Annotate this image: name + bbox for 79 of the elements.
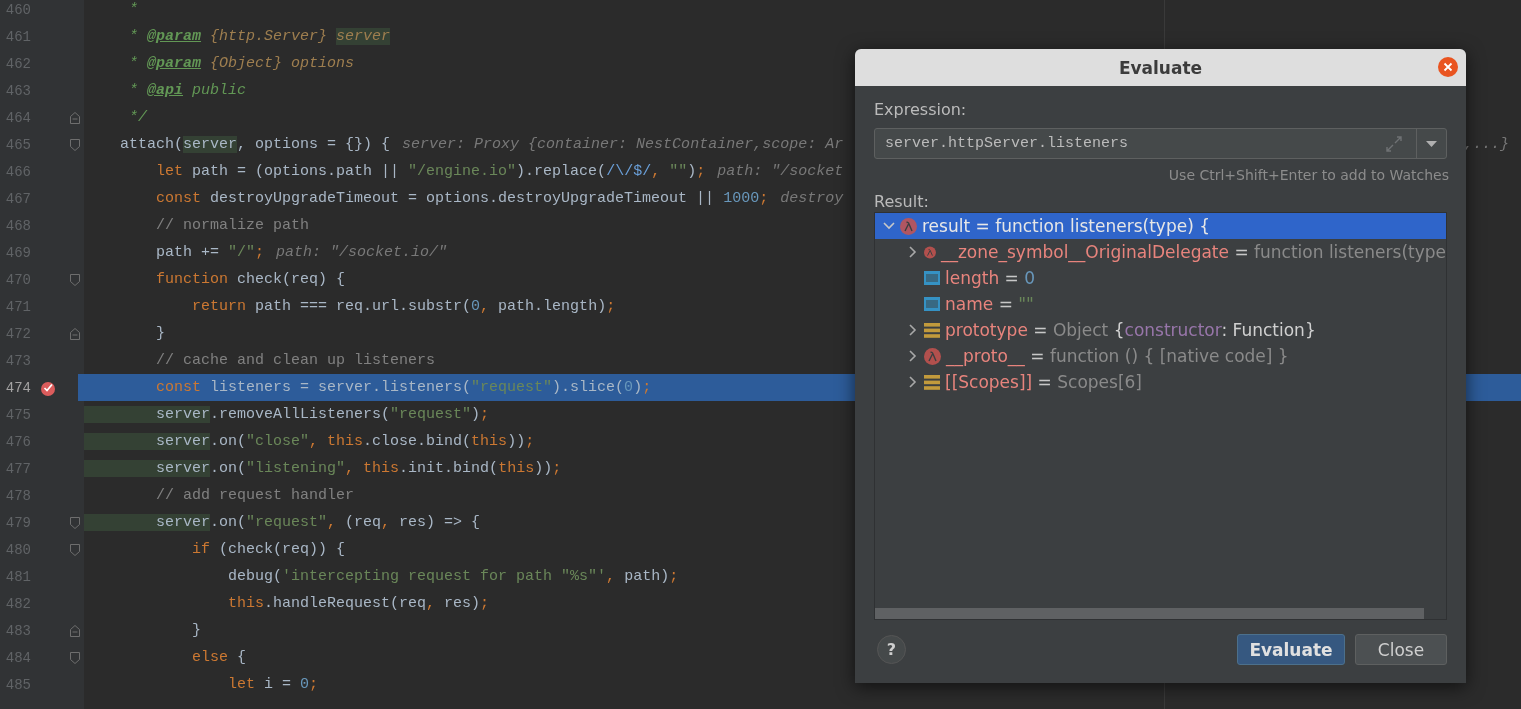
code-line: path += "/";	[155, 244, 265, 261]
chevron-right-icon[interactable]	[909, 246, 917, 258]
stack-icon	[924, 374, 940, 390]
expression-input[interactable]: server.httpServer.listeners	[875, 129, 1386, 158]
inline-value-hint: ,...}	[1464, 136, 1510, 153]
evaluate-button[interactable]: Evaluate	[1237, 634, 1345, 665]
tree-node-text: prototype = Object {constructor: Function}	[945, 320, 1316, 340]
tree-node-text: name = ""	[945, 294, 1034, 314]
tree-node-text: result = function listeners(type) {	[922, 216, 1210, 236]
fold-marker-icon[interactable]	[69, 651, 80, 664]
code-line: return path === req.url.substr(0, path.length);	[191, 298, 616, 315]
tree-node-text: length = 0	[945, 268, 1036, 288]
lambda-icon	[924, 347, 941, 365]
number-type-icon	[924, 271, 940, 285]
horizontal-scrollbar[interactable]	[875, 608, 1424, 619]
code-line: if (check(req)) {	[191, 541, 346, 558]
tree-row[interactable]: prototype = Object {constructor: Function}	[875, 317, 1446, 343]
tree-row[interactable]: result = function listeners(type) {	[875, 213, 1446, 239]
chevron-right-icon[interactable]	[909, 376, 917, 388]
code-line: *	[128, 1, 138, 18]
code-line: * @param {http.Server} server	[128, 28, 391, 45]
tree-row[interactable]: [[Scopes]] = Scopes[6]	[875, 369, 1446, 395]
tree-node-text: __proto__ = function () { [native code] }	[946, 346, 1289, 366]
fold-marker-icon[interactable]	[69, 273, 80, 286]
number-type-icon	[924, 297, 940, 311]
code-line: let path = (options.path || "/engine.io").replace(/\/$/, "");	[155, 163, 706, 180]
expression-field[interactable]: server.httpServer.listeners	[874, 128, 1447, 159]
help-button[interactable]: ?	[877, 635, 906, 664]
code-line: }	[191, 622, 202, 639]
expression-label: Expression:	[874, 100, 967, 119]
code-line: this.handleRequest(req, res);	[227, 595, 490, 612]
inline-value-hint: destroy	[780, 190, 844, 207]
code-line: // add request handler	[155, 487, 355, 504]
fold-marker-icon[interactable]	[69, 138, 80, 151]
fold-marker-icon[interactable]	[69, 543, 80, 556]
breakpoint-icon[interactable]	[40, 379, 56, 396]
inline-value-hint: path: "/socket	[717, 163, 844, 180]
line-number: 474	[4, 379, 31, 396]
tree-row[interactable]: length = 0	[875, 265, 1446, 291]
code-line: const destroyUpgradeTimeout = options.destroyUpgradeTimeout || 1000;	[155, 190, 769, 207]
code-line: let i = 0;	[227, 676, 319, 693]
result-label: Result:	[874, 192, 929, 211]
inline-value-hint: path: "/socket.io/"	[276, 244, 448, 261]
code-line: */	[128, 109, 147, 126]
chevron-right-icon[interactable]	[909, 350, 917, 362]
tree-row[interactable]: name = ""	[875, 291, 1446, 317]
fold-marker-icon[interactable]	[69, 111, 80, 124]
code-line: server.on("close", this.close.bind(this));	[84, 433, 535, 450]
fold-marker-icon[interactable]	[69, 624, 80, 637]
stack-icon	[924, 322, 940, 338]
code-line: attach(server, options = {}) {	[119, 136, 391, 153]
close-icon[interactable]	[1438, 57, 1458, 77]
watches-hint: Use Ctrl+Shift+Enter to add to Watches	[1168, 167, 1449, 183]
code-line: // normalize path	[155, 217, 310, 234]
code-line: server.on("listening", this.init.bind(this));	[84, 460, 562, 477]
code-line: }	[155, 325, 165, 342]
tree-row[interactable]: __zone_symbol__OriginalDelegate = function listeners(type	[875, 239, 1446, 265]
dropdown-arrow-icon[interactable]	[1426, 140, 1437, 147]
code-line: // cache and clean up listeners	[155, 352, 436, 369]
tree-row[interactable]: __proto__ = function () { [native code] }	[875, 343, 1446, 369]
dialog-title: Evaluate	[1118, 57, 1203, 78]
fold-marker-icon[interactable]	[69, 516, 80, 529]
code-line: server.removeAllListeners("request");	[84, 406, 490, 423]
chevron-right-icon[interactable]	[909, 324, 917, 336]
close-button[interactable]: Close	[1355, 634, 1447, 665]
lambda-icon	[900, 217, 917, 235]
fold-marker-icon[interactable]	[69, 327, 80, 340]
code-line: * @param {Object} options	[128, 55, 355, 72]
inline-value-hint: server: Proxy {container: NestContainer,scope: Ar	[402, 136, 844, 153]
code-line: else {	[191, 649, 247, 666]
code-line: const listeners = server.listeners("request").slice(0);	[155, 379, 652, 396]
code-line: debug('intercepting request for path "%s"', path);	[227, 568, 679, 585]
expand-icon[interactable]	[1386, 135, 1402, 152]
code-line: server.on("request", (req, res) => {	[84, 514, 481, 531]
code-line: function check(req) {	[155, 271, 346, 288]
tree-node-text: [[Scopes]] = Scopes[6]	[945, 372, 1142, 392]
code-line: * @api public	[128, 82, 247, 99]
chevron-down-icon[interactable]	[883, 222, 895, 230]
tree-node-text: __zone_symbol__OriginalDelegate = function listeners(type	[940, 242, 1446, 262]
